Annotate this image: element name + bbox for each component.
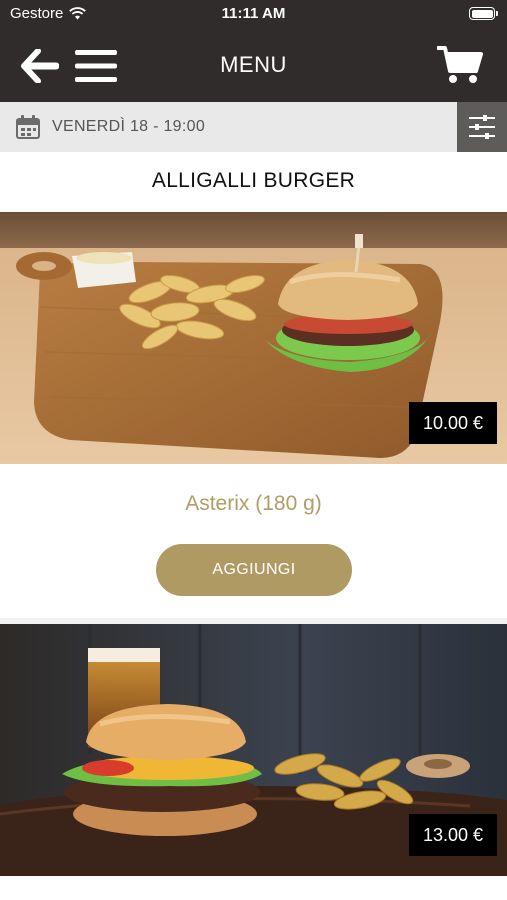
cart-button[interactable] — [437, 44, 483, 86]
price-tag: 13.00 € — [408, 814, 497, 856]
page-title: MENU — [220, 52, 287, 77]
product-image[interactable]: 10.00 € — [0, 212, 507, 464]
category-title: ALLIGALLI BURGER — [151, 169, 356, 192]
calendar-icon — [16, 115, 40, 139]
product-name[interactable]: Asterix (180 g) — [0, 492, 507, 516]
date-bar: VENERDÌ 18 - 19:00 — [0, 102, 507, 152]
sliders-icon — [469, 115, 495, 139]
battery-icon — [469, 7, 498, 20]
product-image[interactable]: 13.00 € — [0, 624, 507, 876]
add-to-cart-button[interactable]: AGGIUNGI — [156, 544, 352, 596]
price-tag: 10.00 € — [408, 402, 497, 444]
header: MENU — [0, 28, 507, 102]
cart-icon — [437, 46, 483, 83]
selected-date[interactable]: VENERDÌ 18 - 19:00 — [52, 118, 205, 136]
clock: 11:11 AM — [221, 5, 286, 22]
status-bar: Gestore 11:11 AM — [0, 0, 507, 28]
filter-button[interactable] — [457, 102, 507, 152]
